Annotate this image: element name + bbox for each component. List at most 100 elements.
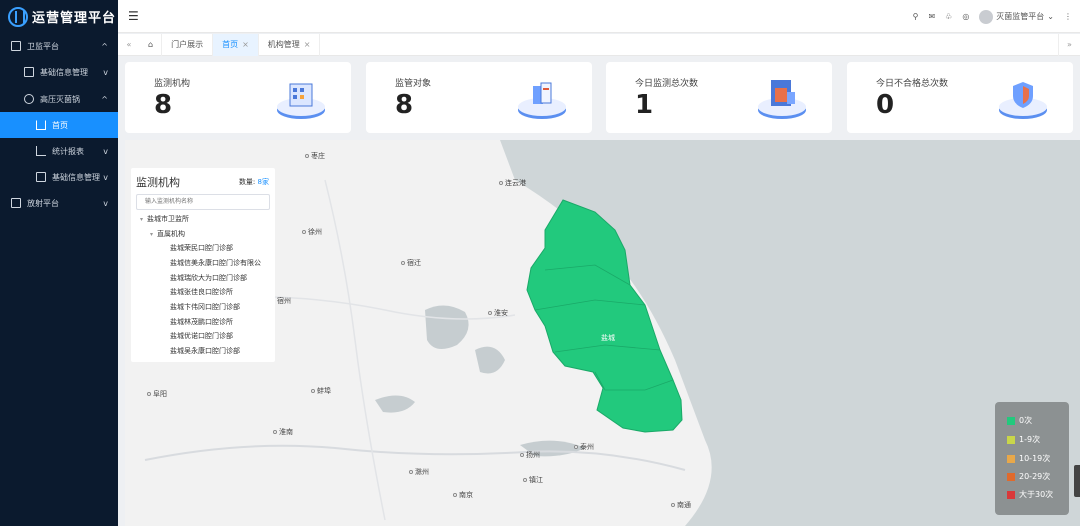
map-city-label: 淮南	[273, 427, 293, 437]
chart-icon	[36, 146, 46, 156]
caret-down-icon: ▾	[150, 231, 154, 238]
sidebar: 运营管理平台 卫监平台 ^ 基础信息管理 v 高压灭菌锅 ^ 首页 统计报表 v	[0, 0, 118, 526]
sidebar-item-basic-info[interactable]: 基础信息管理 v	[0, 59, 118, 85]
app-logo: 运营管理平台	[0, 0, 118, 33]
sidebar-item-label: 基础信息管理	[52, 172, 100, 182]
message-icon[interactable]: ✉	[928, 12, 935, 21]
more-vertical-icon[interactable]: ⋮	[1064, 12, 1072, 21]
map-city-label: 枣庄	[305, 151, 325, 161]
legend-swatch	[1007, 435, 1015, 444]
stat-card-today-tests: 今日监测总次数 1	[606, 62, 832, 133]
sidebar-item-reports[interactable]: 统计报表 v	[0, 138, 118, 164]
institution-tree-panel: 监测机构 数量: 8家 ▾盐城市卫监所 ▾直属机构 盐城荣民口腔门诊部 盐城信美…	[131, 168, 275, 362]
map-city-label: 徐州	[302, 227, 322, 237]
stat-card-supervised: 监管对象 8	[366, 62, 592, 133]
menu-toggle-icon[interactable]: ☰	[128, 9, 139, 23]
stat-label: 今日监测总次数	[635, 79, 699, 89]
home-icon	[36, 120, 46, 130]
globe-icon[interactable]: ◎	[962, 12, 969, 21]
app-title: 运营管理平台	[32, 11, 117, 26]
grid-icon	[24, 67, 34, 77]
chevron-down-icon: v	[103, 67, 108, 77]
stat-value: 8	[154, 90, 173, 120]
map-city-label: 南京	[453, 490, 473, 500]
side-drawer-handle[interactable]	[1074, 465, 1080, 497]
stat-card-institutions: 监测机构 8	[125, 62, 351, 133]
chevron-up-icon: ^	[101, 94, 108, 104]
panel-title: 监测机构	[136, 176, 180, 189]
tab-label: 门户展示	[171, 40, 204, 49]
tab-portal[interactable]: 门户展示	[162, 33, 214, 56]
search-icon[interactable]: ⚲	[913, 12, 919, 21]
chevron-down-icon: v	[103, 146, 108, 156]
map-city-label: 宿迁	[401, 258, 421, 268]
sidebar-item-basic-info-2[interactable]: 基础信息管理 v	[0, 164, 118, 190]
tab-label: 机构管理	[267, 40, 300, 49]
tab-bar: « ⌂ 门户展示 首页 × 机构管理 × »	[118, 33, 1080, 56]
tab-home-icon[interactable]: ⌂	[140, 33, 163, 56]
tree-node-leaf[interactable]: 盐城卞伟冈口腔门诊部	[170, 302, 240, 312]
tree-node-leaf[interactable]: 盐城荣民口腔门诊部	[170, 243, 233, 253]
user-name: 灭菌监管平台	[996, 12, 1045, 21]
stat-card-today-failures: 今日不合格总次数 0	[847, 62, 1073, 133]
sidebar-item-label: 高压灭菌锅	[40, 94, 80, 104]
legend-swatch	[1007, 472, 1015, 481]
tree-node-leaf[interactable]: 盐城优诺口腔门诊部	[170, 331, 233, 341]
sidebar-item-label: 卫监平台	[27, 41, 59, 51]
header-actions: ⚲ ✉ ♧ ◎ 灭菌监管平台 ⌄ ⋮	[913, 0, 1072, 33]
map-city-label: 淮安	[488, 308, 508, 318]
logo-icon	[8, 6, 28, 27]
chevron-down-icon: v	[103, 172, 108, 182]
caret-down-icon: ▾	[140, 216, 144, 223]
tree-node-leaf[interactable]: 盐城张佳良口腔诊所	[170, 287, 233, 297]
chevron-up-icon: ^	[101, 41, 108, 51]
legend-item[interactable]: 20-29次	[1007, 471, 1050, 482]
app-root: 运营管理平台 卫监平台 ^ 基础信息管理 v 高压灭菌锅 ^ 首页 统计报表 v	[0, 0, 1080, 526]
tree-node-leaf[interactable]: 盐城信美永康口腔门诊有限公	[170, 258, 271, 268]
monitor-icon	[11, 41, 21, 51]
chevron-down-icon: ⌄	[1047, 12, 1054, 21]
tree-node-leaf[interactable]: 盐城瑞欣大为口腔门诊部	[170, 273, 247, 283]
legend-item[interactable]: 0次	[1007, 415, 1032, 426]
tab-institution[interactable]: 机构管理 ×	[259, 33, 321, 56]
tabs-scroll-left-icon[interactable]: «	[118, 40, 140, 49]
sidebar-item-label: 首页	[52, 120, 68, 130]
clipboard-icon	[36, 172, 46, 182]
radiation-icon	[11, 198, 21, 208]
map-city-label: 扬州	[520, 450, 540, 460]
sidebar-item-home[interactable]: 首页	[0, 112, 118, 138]
sidebar-item-sterilizer[interactable]: 高压灭菌锅 ^	[0, 86, 118, 112]
legend-item[interactable]: 10-19次	[1007, 453, 1050, 464]
map-city-label-highlight: 盐城	[601, 334, 615, 342]
tab-homepage[interactable]: 首页 ×	[213, 33, 259, 56]
sidebar-item-label: 放射平台	[27, 198, 59, 208]
legend-item[interactable]: 大于30次	[1007, 489, 1053, 500]
map-legend: 0次 1-9次 10-19次 20-29次 大于30次	[995, 402, 1069, 515]
close-icon[interactable]: ×	[242, 40, 249, 49]
legend-item[interactable]: 1-9次	[1007, 434, 1040, 445]
legend-swatch	[1007, 416, 1015, 425]
user-menu[interactable]: 灭菌监管平台 ⌄	[979, 9, 1054, 24]
building-illustration-icon	[277, 83, 325, 119]
tree-node-root[interactable]: ▾ 盐城市卫监所	[140, 214, 189, 224]
stat-value: 0	[876, 90, 895, 120]
map-city-label: 镇江	[523, 475, 543, 485]
chevron-down-icon: v	[103, 198, 108, 208]
tree-node-leaf[interactable]: 盐城林茂鹏口腔诊所	[170, 317, 233, 327]
bell-icon[interactable]: ♧	[945, 12, 952, 21]
tree-node-group[interactable]: ▾ 直属机构	[150, 229, 185, 239]
circle-icon	[24, 94, 34, 104]
map-city-label: 泰州	[574, 442, 594, 452]
shield-illustration-icon	[999, 82, 1047, 119]
sidebar-item-label: 统计报表	[52, 146, 84, 156]
tabs-scroll-right-icon[interactable]: »	[1058, 33, 1080, 56]
close-icon[interactable]: ×	[304, 40, 311, 49]
stat-value: 8	[395, 90, 414, 120]
tree-node-leaf[interactable]: 盐城吴永康口腔门诊部	[170, 346, 240, 356]
stat-label: 监测机构	[154, 79, 191, 89]
legend-swatch	[1007, 454, 1015, 463]
tab-label: 首页	[222, 40, 239, 49]
sidebar-item-weijian[interactable]: 卫监平台 ^	[0, 33, 118, 59]
institution-search-input[interactable]	[136, 194, 270, 210]
sidebar-item-radiation[interactable]: 放射平台 v	[0, 190, 118, 216]
